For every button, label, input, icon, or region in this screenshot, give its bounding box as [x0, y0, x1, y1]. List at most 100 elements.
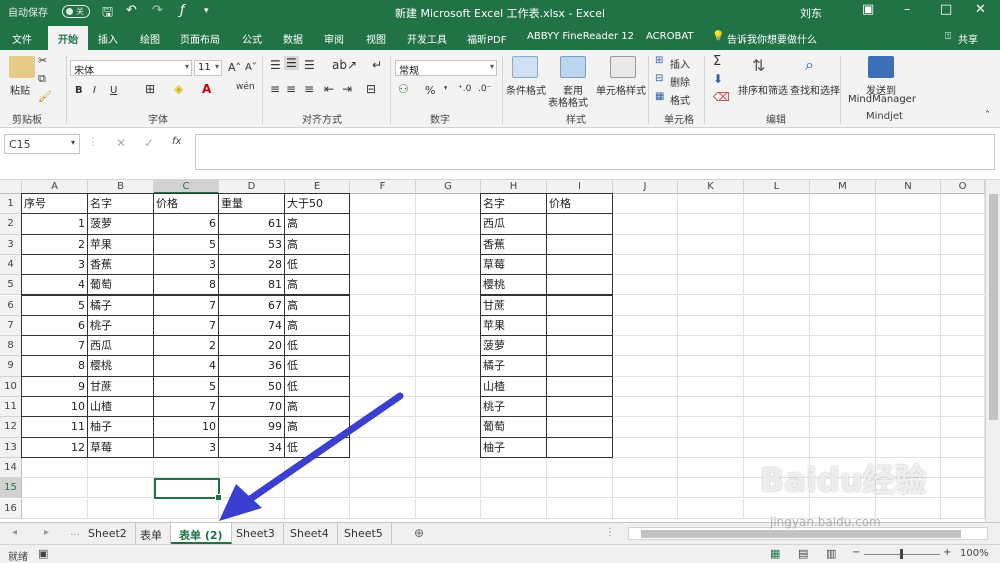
table-cell[interactable]: 5	[21, 294, 88, 316]
grid-cell[interactable]	[350, 295, 416, 316]
grid-cell[interactable]	[350, 478, 416, 499]
sheet-tab-sheet2[interactable]: Sheet2	[80, 523, 136, 544]
grid-cell[interactable]	[876, 336, 941, 357]
table-header-cell[interactable]: 名字	[87, 193, 154, 215]
grid-cell[interactable]	[613, 214, 678, 235]
grid-cell[interactable]	[416, 498, 481, 519]
cut-icon[interactable]: ✂	[38, 54, 47, 67]
column-header-f[interactable]: F	[350, 180, 416, 194]
number-format-select[interactable]: 常规 ▾	[395, 60, 497, 77]
insert-cells-button[interactable]: 插入	[670, 56, 690, 71]
row-header-8[interactable]: 8	[0, 336, 22, 357]
grid-cell[interactable]	[481, 498, 547, 519]
table-cell[interactable]: 橘子	[87, 294, 154, 316]
grid-cell[interactable]	[416, 457, 481, 479]
grid-cell[interactable]	[678, 214, 744, 235]
active-cell-c15[interactable]	[154, 478, 222, 502]
table-cell[interactable]: 28	[218, 253, 285, 276]
grid-cell[interactable]	[744, 417, 810, 438]
table-cell[interactable]: 樱桃	[87, 355, 154, 377]
table-cell[interactable]: 香蕉	[480, 233, 547, 255]
grid-cell[interactable]	[744, 295, 810, 316]
zoom-slider-thumb[interactable]	[900, 549, 903, 559]
column-header-g[interactable]: G	[416, 180, 481, 194]
table-cell-empty[interactable]	[546, 314, 613, 337]
grid-cell[interactable]	[876, 214, 941, 235]
font-name-select[interactable]: 宋体 ▾	[70, 60, 192, 77]
increase-indent-icon[interactable]: ⇥	[342, 82, 352, 96]
table-cell-empty[interactable]	[546, 335, 613, 357]
grid-cell[interactable]	[416, 295, 481, 316]
table-cell-empty[interactable]	[546, 396, 613, 418]
row-header-16[interactable]: 16	[0, 498, 22, 519]
grid-cell[interactable]	[941, 397, 985, 418]
table-cell[interactable]: 高	[284, 314, 350, 337]
column-header-d[interactable]: D	[219, 180, 285, 194]
grid-cell[interactable]	[416, 397, 481, 418]
grid-cell[interactable]	[416, 214, 481, 235]
grid-cell[interactable]	[416, 376, 481, 397]
grid-cell[interactable]	[613, 397, 678, 418]
table-cell[interactable]: 10	[21, 396, 88, 418]
paste-button[interactable]: 粘贴	[10, 82, 30, 97]
wrap-text-icon[interactable]: ↵	[372, 58, 382, 72]
grid-cell[interactable]	[876, 376, 941, 397]
insert-function-button[interactable]: fx	[172, 136, 181, 147]
grid-cell[interactable]	[350, 214, 416, 235]
table-cell[interactable]: 99	[218, 416, 285, 438]
grid-cell[interactable]	[941, 234, 985, 255]
table-cell[interactable]: 高	[284, 416, 350, 438]
prev-sheet-icon[interactable]: ◂	[12, 527, 17, 538]
grid-cell[interactable]	[810, 315, 876, 337]
grid-cell[interactable]	[154, 498, 219, 519]
grid-cell[interactable]	[416, 234, 481, 255]
grid-cell[interactable]	[678, 437, 744, 458]
grid-cell[interactable]	[613, 417, 678, 438]
grid-cell[interactable]	[810, 275, 876, 296]
sort-filter-icon[interactable]: ⇅	[752, 56, 765, 75]
table-cell[interactable]: 5	[153, 375, 219, 397]
tab-home[interactable]: 开始	[48, 26, 88, 50]
grid-cell[interactable]	[547, 478, 613, 499]
grid-cell[interactable]	[350, 194, 416, 215]
grid-cell[interactable]	[941, 315, 985, 337]
table-cell[interactable]: 葡萄	[87, 274, 154, 296]
table-header-cell[interactable]: 价格	[546, 193, 613, 215]
column-header-i[interactable]: I	[547, 180, 613, 194]
column-header-j[interactable]: J	[613, 180, 678, 194]
grid-cell[interactable]	[613, 478, 678, 499]
column-header-l[interactable]: L	[744, 180, 810, 194]
table-cell[interactable]: 低	[284, 253, 350, 276]
merge-center-icon[interactable]: ⊟	[366, 82, 376, 96]
table-cell[interactable]: 菠萝	[480, 335, 547, 357]
ribbon-display-icon[interactable]: ▣	[862, 2, 874, 17]
sort-filter-button[interactable]: 排序和筛选	[738, 82, 788, 97]
table-cell[interactable]: 74	[218, 314, 285, 337]
next-sheet-icon[interactable]: ▸	[44, 527, 49, 538]
align-right-icon[interactable]: ≡	[304, 82, 314, 96]
align-bottom-icon[interactable]: ☰	[304, 58, 315, 72]
name-box[interactable]: C15 ▾	[4, 134, 80, 154]
row-header-10[interactable]: 10	[0, 376, 22, 397]
grid-cell[interactable]	[810, 194, 876, 215]
table-cell[interactable]: 苹果	[480, 314, 547, 337]
table-cell[interactable]: 柚子	[480, 436, 547, 458]
vertical-scrollbar[interactable]	[985, 180, 1000, 522]
align-middle-icon[interactable]: ☰	[284, 56, 299, 70]
grid-cell[interactable]	[810, 376, 876, 397]
table-cell[interactable]: 高	[284, 233, 350, 255]
align-top-icon[interactable]: ☰	[270, 58, 281, 72]
grid-cell[interactable]	[744, 254, 810, 276]
table-cell[interactable]: 50	[218, 375, 285, 397]
row-header-13[interactable]: 13	[0, 437, 22, 458]
table-cell[interactable]: 高	[284, 274, 350, 296]
grid-cell[interactable]	[416, 194, 481, 215]
grid-cell[interactable]	[416, 417, 481, 438]
grid-cell[interactable]	[678, 275, 744, 296]
row-header-1[interactable]: 1	[0, 194, 22, 215]
tab-page-layout[interactable]: 页面布局	[180, 31, 220, 46]
page-layout-view-icon[interactable]: ▤	[798, 547, 808, 560]
grid-cell[interactable]	[941, 437, 985, 458]
share-icon[interactable]: ⍐	[945, 31, 951, 42]
fill-color-icon[interactable]: ◈	[174, 82, 183, 96]
